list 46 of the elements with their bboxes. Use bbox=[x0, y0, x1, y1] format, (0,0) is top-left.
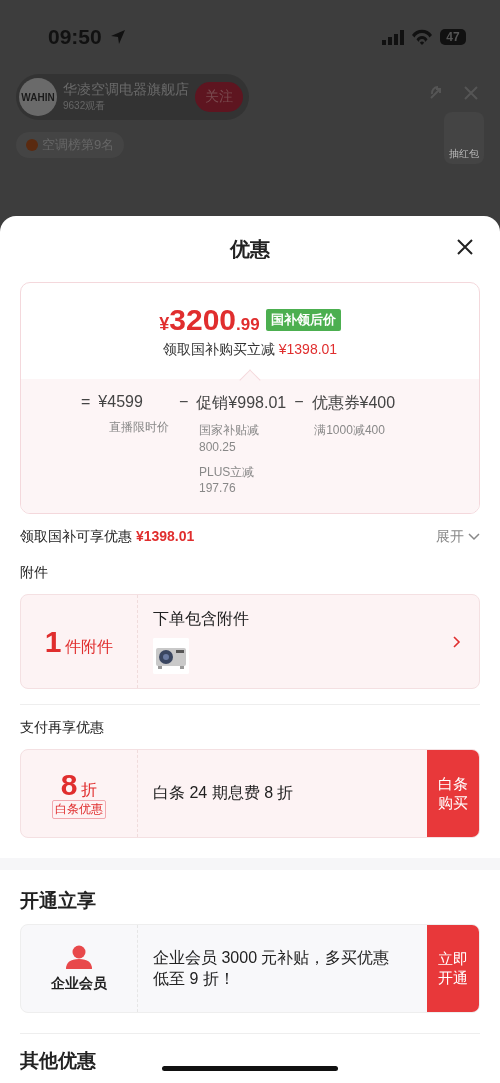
price-component: 促销¥998.01 bbox=[196, 393, 287, 413]
accessory-title: 下单包含附件 bbox=[153, 609, 250, 630]
person-icon bbox=[66, 944, 92, 969]
summary-amount: ¥1398.01 bbox=[135, 528, 195, 545]
buy-button[interactable]: 白条购买 bbox=[427, 750, 479, 838]
open-membership-button[interactable]: 立即开通 bbox=[427, 925, 479, 1013]
section-heading: 附件 bbox=[20, 564, 49, 583]
section-heading: 支付再享优惠 bbox=[20, 719, 105, 738]
accessory-card[interactable]: 1 件附件 下单包含附件 bbox=[20, 594, 480, 690]
offer-tag: 白条优惠 bbox=[52, 800, 106, 820]
currency-symbol: ¥ bbox=[159, 314, 170, 335]
operator: − bbox=[179, 393, 189, 412]
section-heading: 开通立享 bbox=[20, 889, 96, 914]
price-note: 国家补贴减800.25 bbox=[199, 422, 260, 456]
price-component: 优惠券¥400 bbox=[311, 393, 396, 413]
price-component: ¥4599 bbox=[98, 393, 143, 411]
badge-label: 抽红包 bbox=[449, 147, 479, 161]
saving-amount: ¥1398.01 bbox=[278, 341, 338, 357]
wifi-icon bbox=[411, 28, 433, 46]
discount-unit: 折 bbox=[81, 780, 98, 801]
price-note: 直播限时价 bbox=[109, 419, 170, 436]
store-logo: WAHIN bbox=[19, 78, 57, 116]
saving-label: 领取国补购买立减 bbox=[162, 341, 275, 357]
membership-name: 企业会员 bbox=[51, 974, 107, 993]
section-heading: 其他优惠 bbox=[20, 1049, 96, 1074]
price-note: PLUS立减197.76 bbox=[199, 463, 256, 498]
price-integer: 3200 bbox=[169, 303, 237, 337]
chevron-right-icon bbox=[453, 635, 461, 648]
membership-description: 企业会员 3000 元补贴，多买优惠低至 9 折！ bbox=[153, 947, 391, 989]
offer-description: 白条 24 期息费 8 折 bbox=[153, 783, 295, 804]
sheet-title: 优惠 bbox=[230, 236, 270, 262]
expand-toggle[interactable]: 展开 bbox=[436, 528, 480, 547]
operator: = bbox=[81, 393, 91, 411]
close-icon[interactable] bbox=[456, 238, 474, 256]
discount-value: 8 bbox=[60, 768, 78, 803]
operator: − bbox=[294, 393, 304, 412]
medal-icon bbox=[26, 139, 38, 151]
price-note: 满1000减400 bbox=[314, 422, 386, 439]
signal-icon bbox=[382, 29, 404, 45]
accessory-unit: 件附件 bbox=[65, 636, 114, 657]
battery-level: 47 bbox=[440, 29, 466, 45]
price-tag: 国补领后价 bbox=[265, 309, 341, 331]
lucky-draw-badge[interactable]: 抽红包 bbox=[444, 112, 484, 164]
summary-label: 领取国补可享优惠 bbox=[20, 528, 132, 545]
accessory-count: 1 bbox=[44, 624, 62, 659]
price-decimal: .99 bbox=[236, 315, 260, 335]
